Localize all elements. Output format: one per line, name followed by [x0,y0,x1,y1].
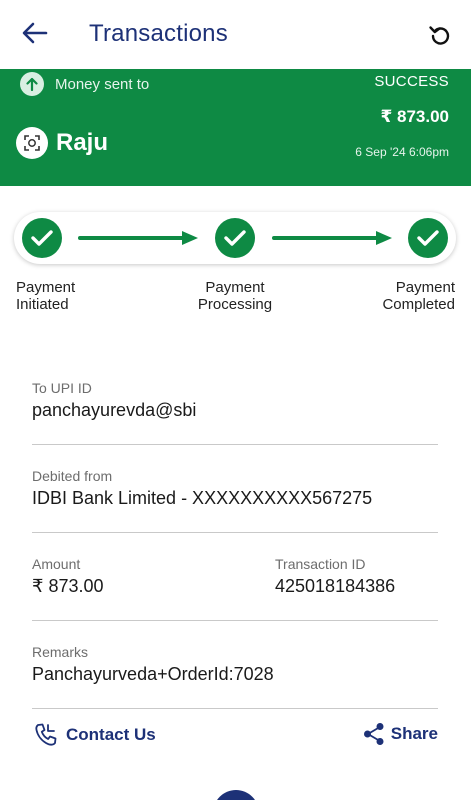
step-label-line: Processing [197,296,273,313]
contact-us-button[interactable]: Contact Us [34,722,156,748]
banner-amount: ₹ 873.00 [380,107,449,126]
floating-action-button[interactable] [213,790,259,800]
debited-from-label: Debited from [32,468,113,484]
page-title: Transactions [89,20,228,47]
payee-avatar-icon [16,127,48,159]
share-button[interactable]: Share [363,722,438,746]
step-label-line: Initiated [16,296,69,313]
arrow-right-icon [272,231,392,245]
debited-from-field: Debited from IDBI Bank Limited - XXXXXXX… [32,468,372,509]
step-label-line: Payment [395,279,455,296]
amount-value: ₹ 873.00 [32,576,104,596]
payment-progress-stepper [14,212,456,264]
share-icon [363,723,384,745]
status-badge: SUCCESS [374,73,449,90]
transaction-datetime: 6 Sep '24 6:06pm [355,145,449,159]
refresh-icon [429,26,450,45]
check-icon [215,218,255,258]
transaction-id-value[interactable]: 425018184386 [275,576,395,597]
transaction-id-label: Transaction ID [275,556,366,572]
step-label-line: Completed [382,296,455,313]
remarks-label: Remarks [32,644,89,660]
money-sent-label: Money sent to [55,75,150,93]
upi-id-value: panchayurevda@sbi [32,400,197,420]
upi-id-field: To UPI ID panchayurevda@sbi [32,380,196,421]
debited-from-value: IDBI Bank Limited - XXXXXXXXXX567275 [32,488,373,508]
arrow-left-icon [22,22,48,44]
refresh-button[interactable] [425,20,455,50]
arrow-up-icon [20,72,44,96]
step-label-processing: Payment Processing [190,279,280,313]
app-bar: Transactions [0,0,471,69]
step-label-completed: Payment Completed [382,279,455,313]
divider [32,444,438,445]
money-sent-row: Money sent to [20,71,149,97]
back-button[interactable] [18,18,52,48]
share-label: Share [390,724,438,743]
check-icon [22,218,62,258]
payee-row: Raju [16,127,108,159]
transaction-id-field: Transaction ID 425018184386 [275,556,395,597]
amount-label: Amount [32,556,81,572]
arrow-right-icon [78,231,198,245]
upi-id-label: To UPI ID [32,380,92,396]
step-label-line: Payment [205,279,265,296]
payee-name: Raju [56,129,109,156]
divider [32,708,438,709]
step-label-line: Payment [16,279,76,296]
check-icon [408,218,448,258]
contact-us-label: Contact Us [66,725,156,744]
transaction-status-banner: Money sent to SUCCESS ₹ 873.00 Raju 6 Se… [0,69,471,186]
divider [32,620,438,621]
remarks-field: Remarks Panchayurveda+OrderId:7028 [32,644,274,685]
remarks-value: Panchayurveda+OrderId:7028 [32,664,274,684]
amount-field: Amount ₹ 873.00 [32,556,104,597]
phone-icon [35,723,57,746]
divider [32,532,438,533]
step-label-initiated: Payment Initiated [16,279,75,313]
